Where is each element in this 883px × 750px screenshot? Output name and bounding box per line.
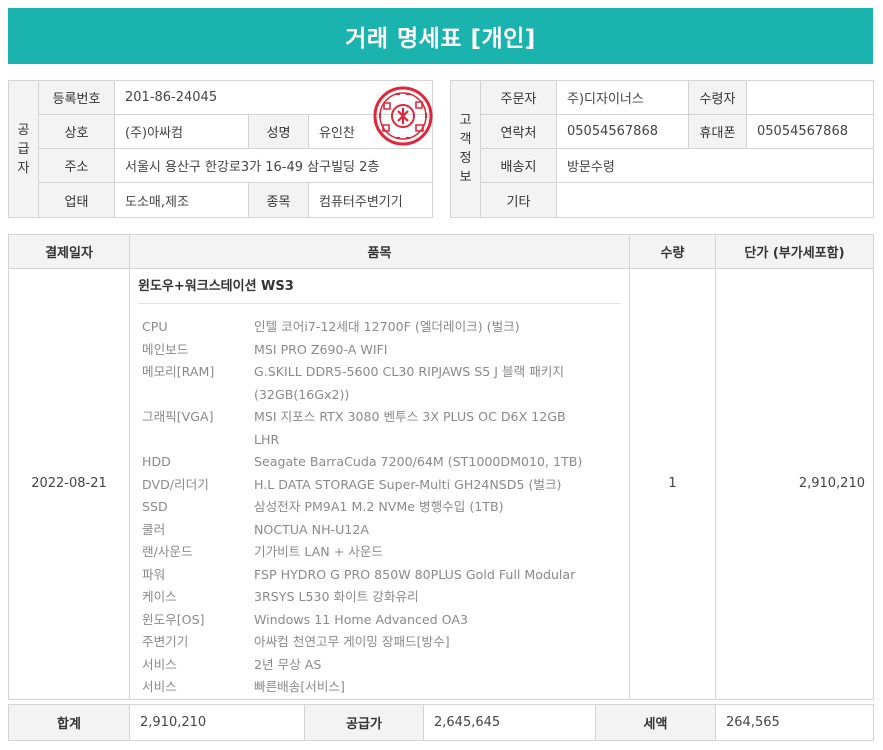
spec-value: FSP HYDRO G PRO 850W 80PLUS Gold Full Mo… [254, 566, 576, 582]
spec-key: SSD [142, 499, 168, 514]
item-value: 컴퓨터주변기기 [307, 182, 434, 218]
supplier-side-label: 공급자 [8, 80, 39, 218]
spec-value: 인텔 코어i7-12세대 12700F (엘더레이크) (벌크) [254, 319, 520, 334]
customer-side-label: 고객정보 [450, 80, 481, 218]
spec-value: MSI 지포스 RTX 3080 벤투스 3X PLUS OC D6X 12GB… [254, 409, 566, 447]
total-value: 2,910,210 [129, 704, 305, 741]
spec-key: HDD [142, 454, 171, 469]
mobile-value: 05054567868 [746, 114, 874, 149]
reg-no-text: 201-86-24045 [125, 90, 218, 105]
spec-key: 파워 [142, 566, 166, 582]
spec-list: CPU 인텔 코어i7-12세대 12700F (엘더레이크) (벌크) 메인보드 M… [138, 316, 621, 699]
spec-value: Windows 11 Home Advanced OA3 [254, 611, 468, 627]
supplier-table: 공급자 등록번호 201-86-24045 상호 (주)아싸컴 성명 유인찬 주… [8, 80, 434, 218]
address-value: 서울시 용산구 한강로3가 16-49 삼구빌딩 2층 [113, 148, 434, 183]
col-header-unit-price: 단가 (부가세포함) [715, 234, 874, 269]
orderer-label: 주문자 [480, 80, 557, 115]
totals-table: 합계 2,910,210 공급가 2,645,645 세액 264,565 [8, 704, 874, 741]
delivery-value: 방문수령 [556, 148, 874, 183]
spec-key: 서비스 [142, 656, 177, 672]
name-value: 유인찬 [307, 86, 434, 149]
business-value: 도소매,제조 [114, 182, 249, 218]
page-title: 거래 명세표 [개인] [8, 8, 873, 64]
spec-value: H.L DATA STORAGE Super-Multi GH24NSD5 (벌… [254, 476, 562, 492]
col-header-item: 품목 [129, 234, 630, 269]
spec-key: DVD/리더기 [142, 476, 209, 492]
item-label: 종목 [248, 182, 309, 218]
contact-value: 05054567868 [556, 114, 689, 149]
spec-value: MSI PRO Z690-A WIFI [254, 341, 388, 357]
spec-key: 그래픽[VGA] [142, 409, 214, 424]
company-value: (주)아싸컴 [114, 114, 249, 149]
total-label: 합계 [8, 704, 130, 741]
col-header-quantity: 수량 [629, 234, 716, 269]
customer-table: 고객정보 주문자 주)디자이너스 수령자 연락처 05054567868 휴대폰… [450, 80, 874, 218]
delivery-label: 배송지 [480, 148, 557, 183]
col-header-date: 결제일자 [8, 234, 130, 269]
recipient-value [746, 80, 874, 115]
spec-key: 메모리[RAM] [142, 364, 215, 379]
recipient-label: 수령자 [688, 80, 747, 115]
spec-key: 서비스 [142, 679, 177, 694]
spec-value: G.SKILL DDR5-5600 CL30 RIPJAWS S5 J 블랙 패… [254, 364, 564, 402]
supply-value: 2,645,645 [423, 704, 596, 741]
spec-value: Seagate BarraCuda 7200/64M (ST1000DM010,… [254, 454, 583, 469]
business-label: 업태 [38, 182, 115, 218]
spec-key: CPU [142, 319, 168, 334]
tax-value: 264,565 [715, 704, 874, 741]
address-label: 주소 [38, 148, 115, 183]
mobile-label: 휴대폰 [688, 114, 747, 149]
spec-value: 3RSYS L530 화이트 강화유리 [254, 589, 419, 604]
items-table: 결제일자 품목 수량 단가 (부가세포함) 2022-08-21 윈도우+워크스… [8, 234, 874, 700]
spec-key: 메인보드 [142, 341, 189, 357]
name-text: 유인찬 [319, 126, 355, 141]
quantity-value: 1 [629, 268, 716, 700]
spec-value: 삼성전자 PM9A1 M.2 NVMe 병행수입 (1TB) [254, 499, 504, 514]
company-label: 상호 [38, 114, 115, 149]
etc-label: 기타 [480, 182, 557, 218]
payment-date: 2022-08-21 [8, 268, 130, 700]
spec-key: 윈도우[OS] [142, 611, 205, 627]
etc-value [556, 182, 874, 218]
reg-no-label: 등록번호 [38, 80, 115, 115]
spec-value: 빠른배송[서비스] [254, 679, 345, 694]
supply-label: 공급가 [304, 704, 424, 741]
spec-key: 랜/사운드 [142, 544, 193, 559]
product-cell: 윈도우+워크스테이션 WS3 CPU 인텔 코어i7-12세대 12700F (엘… [129, 268, 630, 700]
tax-label: 세액 [595, 704, 716, 741]
spec-key: 케이스 [142, 589, 177, 604]
unit-price-value: 2,910,210 [715, 268, 874, 700]
orderer-value: 주)디자이너스 [556, 80, 689, 115]
spec-value: 아싸컴 천연고무 게이밍 장패드[방수] [254, 634, 450, 649]
spec-value: 기가비트 LAN + 사운드 [254, 544, 384, 559]
spec-key: 쿨러 [142, 521, 166, 537]
spec-key: 주변기기 [142, 634, 189, 649]
spec-value: NOCTUA NH-U12A [254, 521, 369, 537]
name-label: 성명 [248, 114, 309, 149]
spec-value: 2년 무상 AS [254, 656, 322, 672]
product-name: 윈도우+워크스테이션 WS3 [138, 275, 621, 304]
company-seal-stamp [373, 86, 433, 146]
contact-label: 연락처 [480, 114, 557, 149]
